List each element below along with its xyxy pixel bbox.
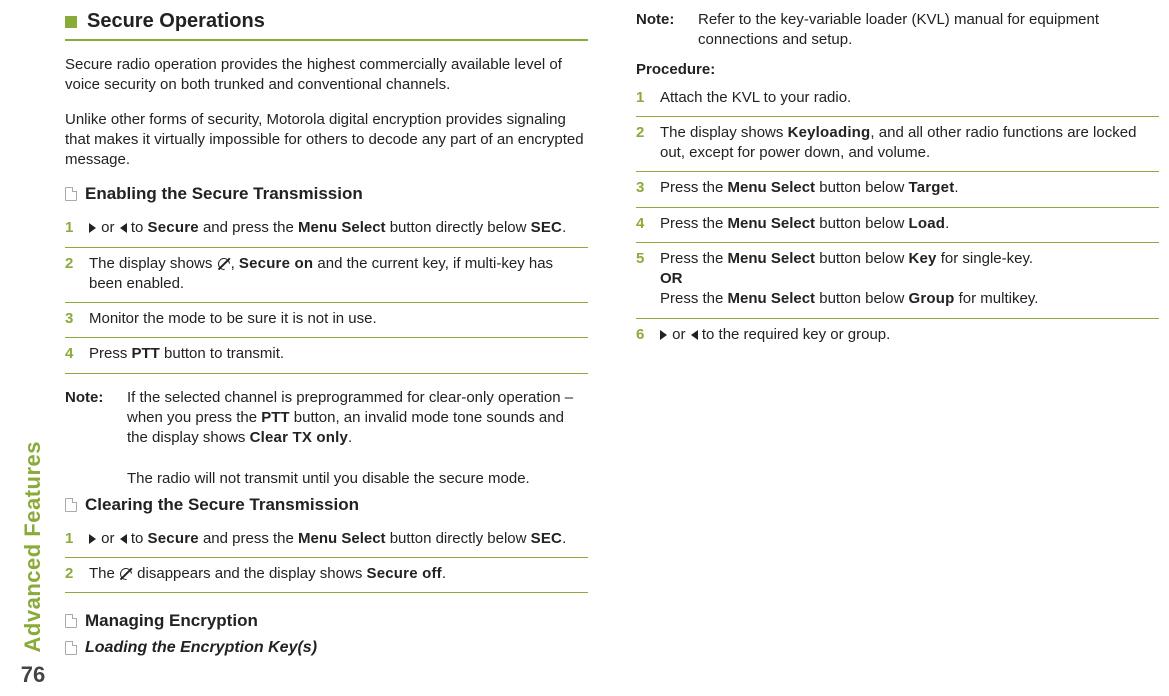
note-label: Note: xyxy=(65,388,117,489)
enable-step-1: 1 or to Secure and press the Menu Select… xyxy=(65,212,588,247)
sidebar: Advanced Features 76 xyxy=(8,0,58,696)
note-text: If the selected channel is preprogrammed… xyxy=(127,388,588,489)
label-load: Load xyxy=(908,215,945,232)
label-ptt: PTT xyxy=(261,409,289,426)
document-icon xyxy=(65,498,77,512)
enable-step-3: 3 Monitor the mode to be sure it is not … xyxy=(65,303,588,338)
enable-step-4: 4 Press PTT button to transmit. xyxy=(65,338,588,373)
section-title-text: Secure Operations xyxy=(87,10,265,33)
manage-note: Note: Refer to the key-variable loader (… xyxy=(636,10,1159,51)
title-underline xyxy=(65,39,588,41)
manage-step-2: 2 The display shows Keyloading, and all … xyxy=(636,117,1159,173)
document-icon xyxy=(65,187,77,201)
document-icon xyxy=(65,614,77,628)
manage-step-6: 6 or to the required key or group. xyxy=(636,319,1159,353)
step-number: 1 xyxy=(636,88,650,108)
document-icon xyxy=(65,641,77,655)
manage-step-1: 1 Attach the KVL to your radio. xyxy=(636,82,1159,117)
no-secure-icon xyxy=(119,567,133,581)
subheading-enable: Enabling the Secure Transmission xyxy=(65,184,588,204)
subheading-managing-text: Managing Encryption xyxy=(85,611,258,631)
square-bullet-icon xyxy=(65,16,77,28)
procedure-label: Procedure: xyxy=(636,61,1159,78)
step-number: 2 xyxy=(65,254,79,274)
label-key: Key xyxy=(908,250,936,267)
step-text: The disappears and the display shows Sec… xyxy=(89,564,588,584)
step-number: 1 xyxy=(65,218,79,238)
label-menu-select: Menu Select xyxy=(728,250,816,267)
step-text: Attach the KVL to your radio. xyxy=(660,88,1159,108)
label-group: Group xyxy=(908,290,954,307)
intro-paragraph-1: Secure radio operation provides the high… xyxy=(65,55,588,96)
label-ptt: PTT xyxy=(132,345,160,362)
enable-note: Note: If the selected channel is preprog… xyxy=(65,388,588,489)
step-text: or to Secure and press the Menu Select b… xyxy=(89,529,588,549)
label-target: Target xyxy=(908,179,954,196)
step-number: 3 xyxy=(636,178,650,198)
step-number: 6 xyxy=(636,325,650,345)
manage-step-5: 5 Press the Menu Select button below Key… xyxy=(636,243,1159,319)
label-secure: Secure xyxy=(148,219,199,236)
label-keyloading: Keyloading xyxy=(788,124,871,141)
page-number: 76 xyxy=(21,662,45,688)
label-menu-select: Menu Select xyxy=(728,215,816,232)
step-text: Monitor the mode to be sure it is not in… xyxy=(89,309,588,329)
step-number: 1 xyxy=(65,529,79,549)
arrow-left-icon xyxy=(691,330,698,340)
arrow-left-icon xyxy=(120,534,127,544)
step-text: Press the Menu Select button below Load. xyxy=(660,214,1159,234)
step-number: 2 xyxy=(65,564,79,584)
label-menu-select: Menu Select xyxy=(298,530,386,547)
subheading-enable-text: Enabling the Secure Transmission xyxy=(85,184,363,204)
label-or: OR xyxy=(660,270,683,287)
step-text: or to Secure and press the Menu Select b… xyxy=(89,218,588,238)
step-number: 2 xyxy=(636,123,650,143)
subheading-clearing: Clearing the Secure Transmission xyxy=(65,495,588,515)
arrow-right-icon xyxy=(89,534,96,544)
label-sec: SEC xyxy=(531,530,562,547)
label-sec: SEC xyxy=(531,219,562,236)
step-number: 4 xyxy=(636,214,650,234)
label-secure: Secure xyxy=(148,530,199,547)
arrow-left-icon xyxy=(120,223,127,233)
step-text: The display shows , Secure on and the cu… xyxy=(89,254,588,295)
section-tab-label: Advanced Features xyxy=(20,441,46,652)
manage-step-4: 4 Press the Menu Select button below Loa… xyxy=(636,208,1159,243)
label-menu-select: Menu Select xyxy=(728,179,816,196)
label-secure-on: Secure on xyxy=(239,255,313,272)
label-menu-select: Menu Select xyxy=(298,219,386,236)
label-secure-off: Secure off xyxy=(367,565,442,582)
subheading-loading-keys-text: Loading the Encryption Key(s) xyxy=(85,639,317,657)
arrow-right-icon xyxy=(89,223,96,233)
subheading-loading-keys: Loading the Encryption Key(s) xyxy=(65,639,588,657)
label-menu-select: Menu Select xyxy=(728,290,816,307)
step-text: Press PTT button to transmit. xyxy=(89,344,588,364)
no-secure-icon xyxy=(217,257,231,271)
manage-step-3: 3 Press the Menu Select button below Tar… xyxy=(636,172,1159,207)
step-text: The display shows Keyloading, and all ot… xyxy=(660,123,1159,164)
enable-step-2: 2 The display shows , Secure on and the … xyxy=(65,248,588,304)
step-text: Press the Menu Select button below Targe… xyxy=(660,178,1159,198)
step-number: 3 xyxy=(65,309,79,329)
clear-step-1: 1 or to Secure and press the Menu Select… xyxy=(65,523,588,558)
subheading-clearing-text: Clearing the Secure Transmission xyxy=(85,495,359,515)
step-number: 4 xyxy=(65,344,79,364)
step-text: or to the required key or group. xyxy=(660,325,1159,345)
step-number: 5 xyxy=(636,249,650,269)
note-label: Note: xyxy=(636,10,688,51)
clear-step-2: 2 The disappears and the display shows S… xyxy=(65,558,588,593)
note-text: Refer to the key-variable loader (KVL) m… xyxy=(698,10,1159,51)
page-content: Secure Operations Secure radio operation… xyxy=(65,10,1159,686)
arrow-right-icon xyxy=(660,330,667,340)
intro-paragraph-2: Unlike other forms of security, Motorola… xyxy=(65,110,588,171)
label-clear-tx: Clear TX only xyxy=(250,429,348,446)
section-title-secure-ops: Secure Operations xyxy=(65,10,588,33)
subheading-managing: Managing Encryption xyxy=(65,611,588,631)
step-text: Press the Menu Select button below Key f… xyxy=(660,249,1159,310)
